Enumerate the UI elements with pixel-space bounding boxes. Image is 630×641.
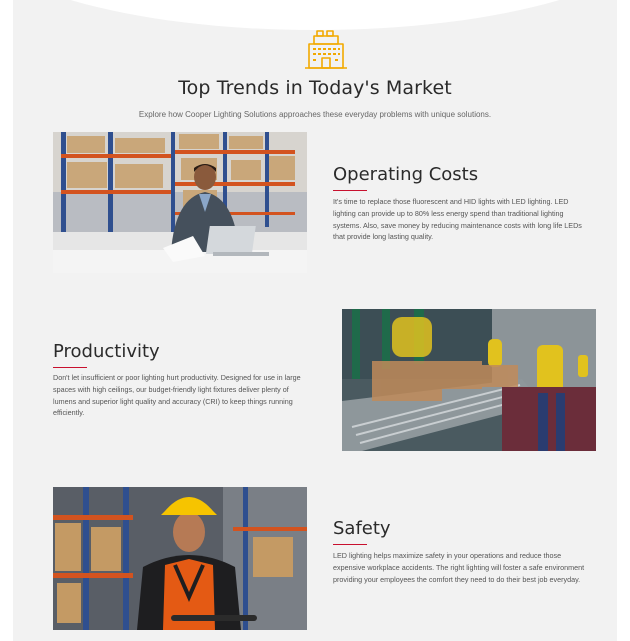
conveyor-belt-boxes-photo	[342, 309, 596, 451]
title-underline	[333, 544, 367, 545]
section-subtitle: Explore how Cooper Lighting Solutions ap…	[138, 110, 492, 119]
block-text-operating-costs: It's time to replace those fluorescent a…	[333, 197, 582, 242]
curved-top-edge	[13, 0, 617, 30]
block-text-productivity: Don't let insufficient or poor lighting …	[53, 373, 301, 418]
section-title: Top Trends in Today's Market	[178, 77, 452, 99]
block-title-productivity: Productivity	[53, 341, 160, 362]
title-underline	[333, 190, 367, 191]
worker-hardhat-vest-photo	[53, 487, 307, 630]
trends-section: Top Trends in Today's Market Explore how…	[13, 0, 617, 641]
block-title-operating-costs: Operating Costs	[333, 164, 479, 185]
block-title-safety: Safety	[333, 518, 391, 539]
warehouse-worker-laptop-photo	[53, 132, 307, 273]
block-text-safety: LED lighting helps maximize safety in yo…	[333, 551, 585, 584]
title-underline	[53, 367, 87, 368]
factory-building-icon	[305, 30, 347, 69]
